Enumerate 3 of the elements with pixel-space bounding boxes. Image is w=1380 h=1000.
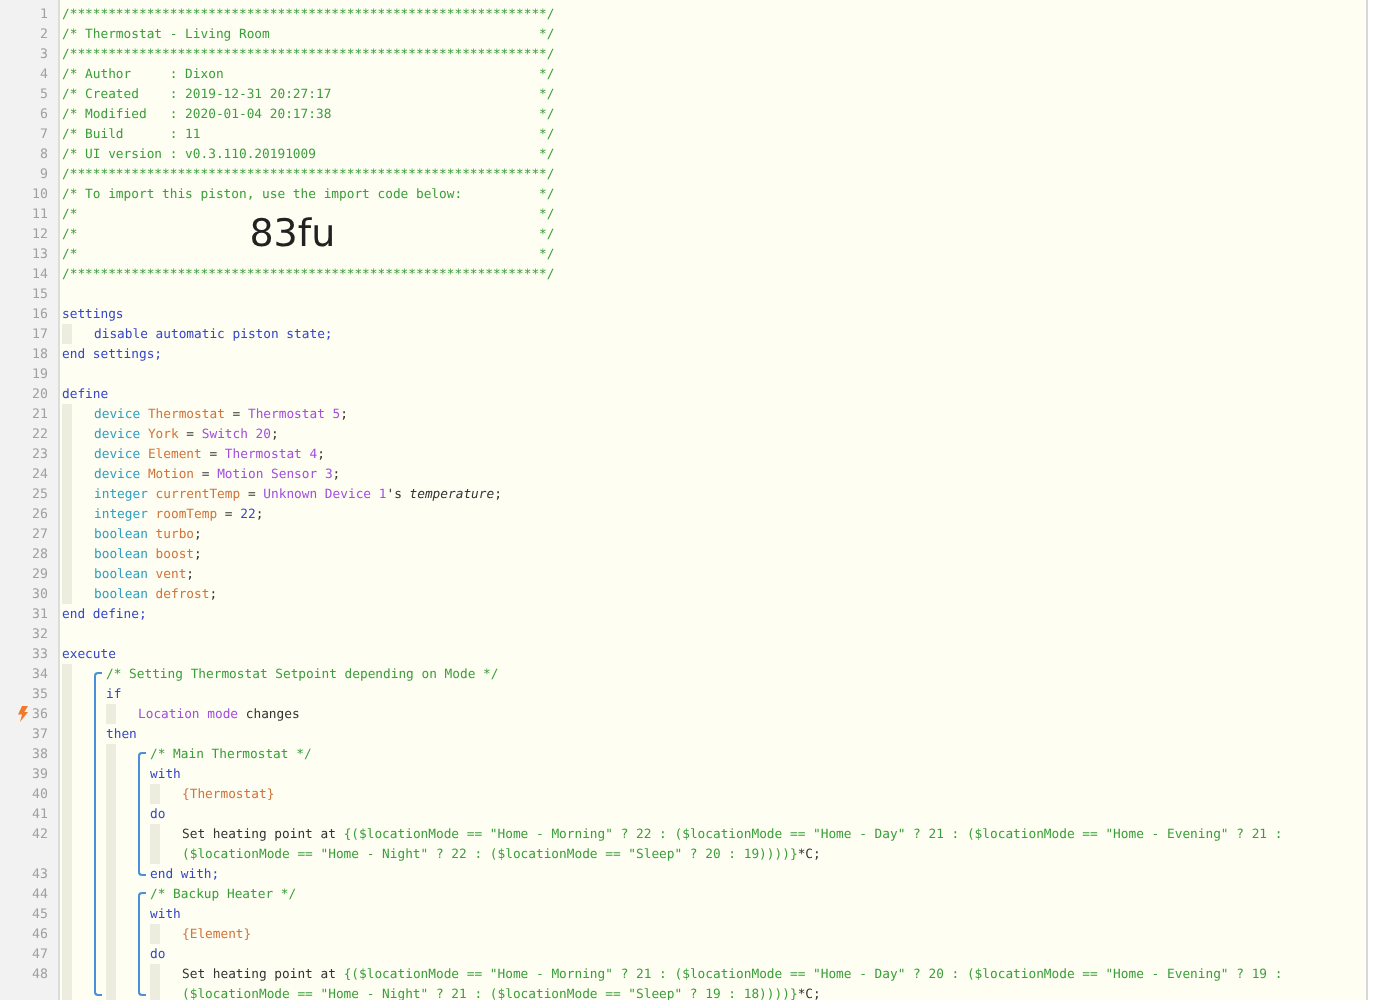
- block-bracket: [138, 752, 146, 876]
- block-bracket: [138, 892, 146, 996]
- indent-guide: [62, 324, 72, 344]
